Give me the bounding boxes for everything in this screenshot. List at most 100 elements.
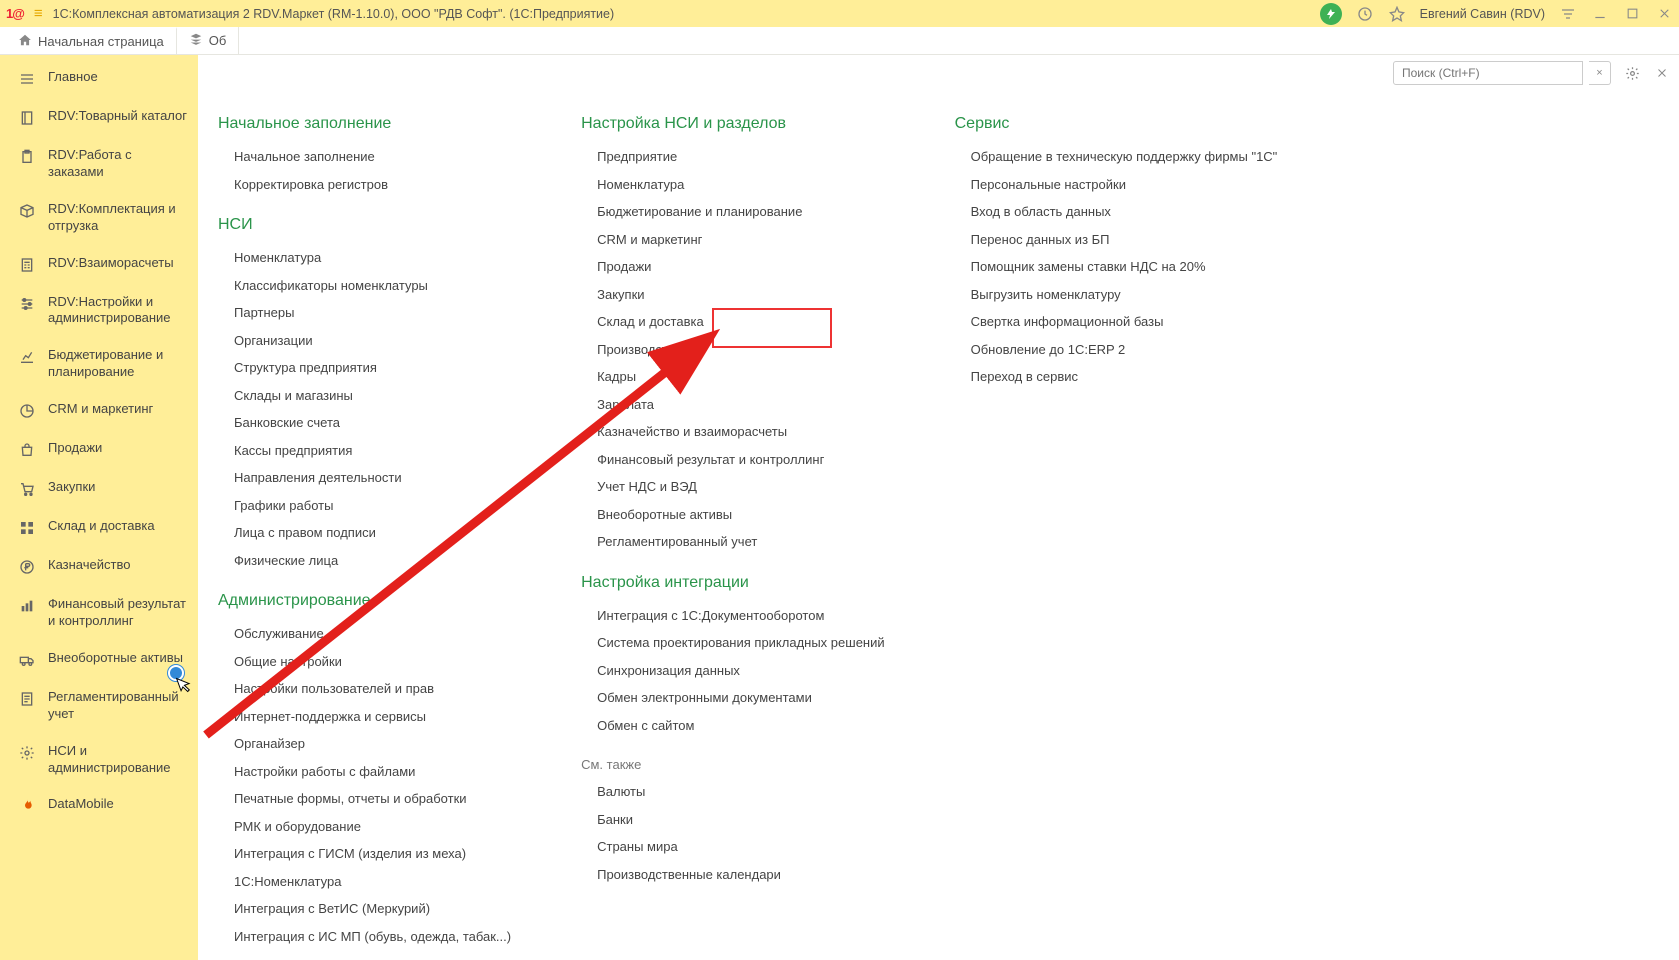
- menu-link[interactable]: Склады и магазины: [218, 382, 511, 410]
- cart-icon: [18, 480, 36, 498]
- menu-link[interactable]: Система проектирования прикладных решени…: [581, 629, 885, 657]
- bag-icon: [18, 441, 36, 459]
- menu-link[interactable]: Страны мира: [581, 833, 885, 861]
- menu-link[interactable]: Продажи: [581, 253, 885, 281]
- menu-link[interactable]: Печатные формы, отчеты и обработки: [218, 785, 511, 813]
- menu-link[interactable]: 1С:Номенклатура: [218, 868, 511, 896]
- menu-link[interactable]: Банки: [581, 806, 885, 834]
- sidebar-item-5[interactable]: RDV:Настройки и администрирование: [0, 284, 198, 338]
- user-name[interactable]: Евгений Савин (RDV): [1420, 7, 1545, 21]
- menu-link[interactable]: Кассы предприятия: [218, 437, 511, 465]
- sidebar-item-3[interactable]: RDV:Комплектация и отгрузка: [0, 191, 198, 245]
- sidebar-item-2[interactable]: RDV:Работа с заказами: [0, 137, 198, 191]
- star-icon[interactable]: [1388, 5, 1406, 23]
- menu-link[interactable]: Склад и доставка: [581, 308, 885, 336]
- settings-gear-icon[interactable]: [1623, 64, 1641, 82]
- sidebar-item-label: RDV:Взаиморасчеты: [48, 255, 188, 272]
- sidebar-item-11[interactable]: Казначейство: [0, 547, 198, 586]
- menu-link[interactable]: Интеграция с ВетИС (Меркурий): [218, 895, 511, 923]
- sidebar-item-label: RDV:Работа с заказами: [48, 147, 188, 181]
- sidebar-item-1[interactable]: RDV:Товарный каталог: [0, 98, 198, 137]
- sidebar-item-10[interactable]: Склад и доставка: [0, 508, 198, 547]
- menu-link[interactable]: Казначейство и взаиморасчеты: [581, 418, 885, 446]
- sidebar-item-14[interactable]: Регламентированный учет: [0, 679, 198, 733]
- settings-lines-icon[interactable]: [1559, 5, 1577, 23]
- sidebar-item-label: Финансовый результат и контроллинг: [48, 596, 188, 630]
- sidebar-item-12[interactable]: Финансовый результат и контроллинг: [0, 586, 198, 640]
- menu-link[interactable]: Персональные настройки: [955, 171, 1278, 199]
- menu-link[interactable]: Производственные календари: [581, 861, 885, 889]
- menu-link[interactable]: Обновление до 1С:ERP 2: [955, 336, 1278, 364]
- menu-link[interactable]: Выгрузить номенклатуру: [955, 281, 1278, 309]
- menu-link[interactable]: Интеграция с ИС МП (обувь, одежда, табак…: [218, 923, 511, 951]
- tab-home[interactable]: Начальная страница: [6, 27, 177, 54]
- menu-link[interactable]: Учет НДС и ВЭД: [581, 473, 885, 501]
- notifications-icon[interactable]: [1320, 3, 1342, 25]
- sidebar-item-8[interactable]: Продажи: [0, 430, 198, 469]
- menu-link[interactable]: Физические лица: [218, 547, 511, 575]
- search-clear-button[interactable]: ×: [1589, 61, 1611, 85]
- menu-link[interactable]: Корректировка регистров: [218, 171, 511, 199]
- menu-link[interactable]: Регламентированный учет: [581, 528, 885, 556]
- menu-link[interactable]: Кадры: [581, 363, 885, 391]
- menu-link[interactable]: Перенос данных из БП: [955, 226, 1278, 254]
- sidebar-item-6[interactable]: Бюджетирование и планирование: [0, 337, 198, 391]
- menu-link[interactable]: РМК и оборудование: [218, 813, 511, 841]
- menu-link[interactable]: Обмен с сайтом: [581, 712, 885, 740]
- menu-link[interactable]: Синхронизация данных: [581, 657, 885, 685]
- close-icon[interactable]: [1655, 5, 1673, 23]
- menu-link[interactable]: Общие настройки: [218, 648, 511, 676]
- menu-link[interactable]: Графики работы: [218, 492, 511, 520]
- menu-link[interactable]: Вход в область данных: [955, 198, 1278, 226]
- menu-link[interactable]: Направления деятельности: [218, 464, 511, 492]
- logo-1c: 1@: [6, 6, 24, 21]
- sidebar-item-15[interactable]: НСИ и администрирование: [0, 733, 198, 787]
- menu-link[interactable]: Начальное заполнение: [218, 143, 511, 171]
- menu-link[interactable]: Интернет-поддержка и сервисы: [218, 703, 511, 731]
- menu-link[interactable]: Настройки работы с файлами: [218, 758, 511, 786]
- tab-about[interactable]: Об: [177, 27, 240, 54]
- menu-link[interactable]: Предприятие: [581, 143, 885, 171]
- menu-link[interactable]: Помощник замены ставки НДС на 20%: [955, 253, 1278, 281]
- menu-link[interactable]: Структура предприятия: [218, 354, 511, 382]
- sidebar-item-0[interactable]: Главное: [0, 59, 198, 98]
- menu-link[interactable]: Настройки пользователей и прав: [218, 675, 511, 703]
- sliders-icon: [18, 295, 36, 313]
- menu-link[interactable]: Производство: [581, 336, 885, 364]
- sidebar-item-4[interactable]: RDV:Взаиморасчеты: [0, 245, 198, 284]
- menu-link[interactable]: Обращение в техническую поддержку фирмы …: [955, 143, 1278, 171]
- menu-link[interactable]: Банковские счета: [218, 409, 511, 437]
- menu-link[interactable]: Бюджетирование и планирование: [581, 198, 885, 226]
- menu-link[interactable]: Свертка информационной базы: [955, 308, 1278, 336]
- close-panel-icon[interactable]: [1653, 64, 1671, 82]
- search-input[interactable]: [1393, 61, 1583, 85]
- menu-link[interactable]: Номенклатура: [218, 244, 511, 272]
- menu-link[interactable]: Переход в сервис: [955, 363, 1278, 391]
- menu-link[interactable]: Валюты: [581, 778, 885, 806]
- tab-label: Об: [209, 33, 227, 48]
- sidebar-item-13[interactable]: Внеоборотные активы: [0, 640, 198, 679]
- menu-link[interactable]: Финансовый результат и контроллинг: [581, 446, 885, 474]
- sidebar-item-label: CRM и маркетинг: [48, 401, 188, 418]
- menu-link[interactable]: Организации: [218, 327, 511, 355]
- menu-link[interactable]: Обслуживание: [218, 620, 511, 648]
- menu-link[interactable]: Закупки: [581, 281, 885, 309]
- sidebar-item-7[interactable]: CRM и маркетинг: [0, 391, 198, 430]
- menu-link[interactable]: Номенклатура: [581, 171, 885, 199]
- menu-link[interactable]: Интеграция с 1С:Документооборотом: [581, 602, 885, 630]
- menu-link[interactable]: Партнеры: [218, 299, 511, 327]
- history-icon[interactable]: [1356, 5, 1374, 23]
- menu-link[interactable]: Органайзер: [218, 730, 511, 758]
- hamburger-icon[interactable]: ≡: [34, 5, 43, 22]
- menu-link[interactable]: Обмен электронными документами: [581, 684, 885, 712]
- sidebar-item-9[interactable]: Закупки: [0, 469, 198, 508]
- menu-link[interactable]: Внеоборотные активы: [581, 501, 885, 529]
- menu-link[interactable]: CRM и маркетинг: [581, 226, 885, 254]
- menu-link[interactable]: Лица с правом подписи: [218, 519, 511, 547]
- menu-link[interactable]: Классификаторы номенклатуры: [218, 272, 511, 300]
- maximize-icon[interactable]: [1623, 5, 1641, 23]
- menu-link[interactable]: Зарплата: [581, 391, 885, 419]
- sidebar-item-16[interactable]: DataMobile: [0, 786, 198, 825]
- minimize-icon[interactable]: [1591, 5, 1609, 23]
- menu-link[interactable]: Интеграция с ГИСМ (изделия из меха): [218, 840, 511, 868]
